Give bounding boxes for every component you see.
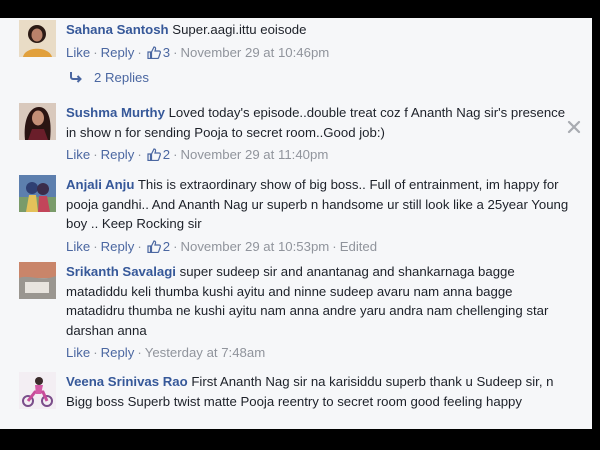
like-link[interactable]: Like bbox=[66, 45, 90, 60]
comment-text: Super.aagi.ittu eoisode bbox=[172, 22, 307, 37]
avatar[interactable] bbox=[19, 372, 56, 409]
bottom-bar bbox=[0, 429, 600, 450]
avatar[interactable] bbox=[19, 103, 56, 140]
comment-timestamp[interactable]: Yesterday at 7:48am bbox=[145, 345, 265, 360]
comment-actions: Like · Reply · 2 · November 29 at 11:40pm bbox=[66, 147, 329, 162]
like-link[interactable]: Like bbox=[66, 147, 90, 162]
comment-actions: Like · Reply · Yesterday at 7:48am bbox=[66, 345, 266, 360]
comment-item: Veena Srinivas Rao First Ananth Nag sir … bbox=[0, 368, 592, 429]
comment-actions: Like · Reply · 3 · November 29 at 10:46pm bbox=[66, 44, 330, 60]
avatar[interactable] bbox=[19, 175, 56, 212]
comment-item: Srikanth Savalagi super sudeep sir and a… bbox=[0, 258, 592, 368]
replies-label[interactable]: 2 Replies bbox=[94, 70, 149, 85]
comment-timestamp[interactable]: November 29 at 10:53pm bbox=[180, 239, 329, 254]
like-count[interactable]: 2 bbox=[163, 147, 170, 162]
thumbs-up-icon bbox=[147, 45, 161, 59]
like-link[interactable]: Like bbox=[66, 345, 90, 360]
comment-author[interactable]: Srikanth Savalagi bbox=[66, 264, 176, 279]
close-icon[interactable] bbox=[566, 119, 582, 135]
avatar[interactable] bbox=[19, 262, 56, 299]
comment-item: Sushma Murthy Loved today's episode..dou… bbox=[0, 103, 592, 171]
like-count[interactable]: 2 bbox=[163, 239, 170, 254]
reply-arrow-icon bbox=[70, 71, 84, 83]
reply-link[interactable]: Reply bbox=[101, 239, 135, 254]
comment-author[interactable]: Sushma Murthy bbox=[66, 105, 165, 120]
thumbs-up-icon bbox=[147, 239, 161, 253]
reply-link[interactable]: Reply bbox=[101, 345, 135, 360]
reply-link[interactable]: Reply bbox=[101, 45, 135, 60]
comment-actions: Like · Reply · 2 · November 29 at 10:53pm · Edit… bbox=[66, 238, 378, 254]
thumbs-up-icon bbox=[147, 147, 161, 162]
comment-author[interactable]: Veena Srinivas Rao bbox=[66, 374, 188, 389]
comment-item: Sahana Santosh Super.aagi.ittu eoisode L… bbox=[0, 18, 592, 103]
reply-link[interactable]: Reply bbox=[101, 147, 135, 162]
replies-link[interactable]: 2 Replies bbox=[70, 70, 149, 85]
like-link[interactable]: Like bbox=[66, 239, 90, 254]
comment-author[interactable]: Anjali Anju bbox=[66, 177, 134, 192]
comment-item: Anjali Anju This is extraordinary show o… bbox=[0, 171, 592, 258]
like-count[interactable]: 3 bbox=[163, 45, 170, 60]
comment-timestamp[interactable]: November 29 at 11:40pm bbox=[180, 147, 328, 162]
comments-panel: Sahana Santosh Super.aagi.ittu eoisode L… bbox=[0, 18, 592, 429]
comment-author[interactable]: Sahana Santosh bbox=[66, 22, 169, 37]
avatar[interactable] bbox=[19, 20, 56, 57]
comment-text: This is extraordinary show of big boss..… bbox=[66, 177, 569, 231]
edited-label[interactable]: Edited bbox=[340, 239, 377, 254]
comment-timestamp[interactable]: November 29 at 10:46pm bbox=[180, 45, 329, 60]
